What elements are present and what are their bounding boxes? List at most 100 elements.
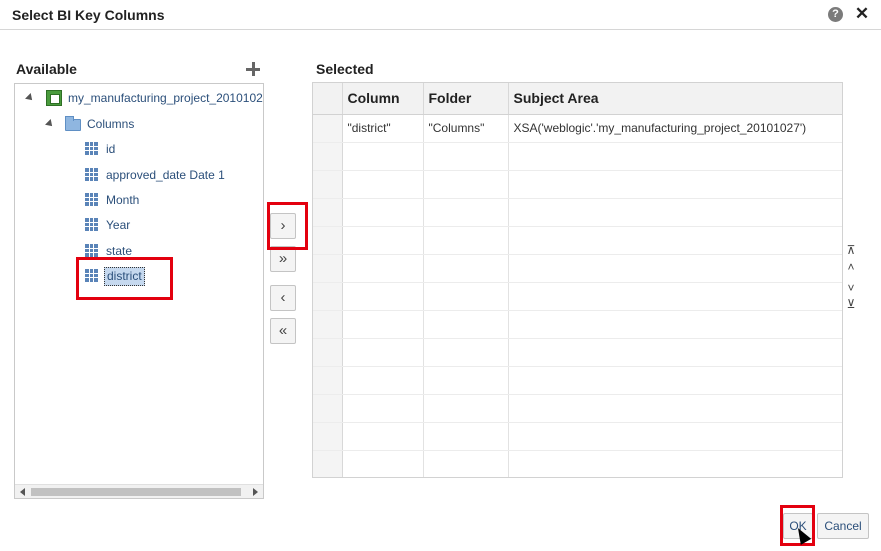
row-header[interactable] xyxy=(313,142,343,171)
empty-cell[interactable] xyxy=(342,338,424,367)
move-up-icon[interactable]: ˄ xyxy=(844,260,858,274)
empty-cell[interactable] xyxy=(342,254,424,283)
plus-icon[interactable] xyxy=(246,62,260,76)
empty-table-row[interactable] xyxy=(313,198,842,227)
remove-button[interactable]: ‹ xyxy=(270,285,296,311)
scroll-right-icon[interactable] xyxy=(253,488,258,496)
empty-cell[interactable] xyxy=(508,338,842,367)
move-to-top-icon[interactable]: ⊼ xyxy=(844,243,858,257)
folder-header[interactable]: Folder xyxy=(423,83,509,115)
tree-column-label[interactable]: Year xyxy=(106,215,130,235)
available-tree[interactable]: my_manufacturing_project_20101027 Column… xyxy=(14,83,264,499)
collapse-icon[interactable] xyxy=(45,119,55,129)
empty-cell[interactable] xyxy=(508,142,842,171)
empty-cell[interactable] xyxy=(342,422,424,451)
move-button[interactable]: › xyxy=(270,213,296,239)
help-icon[interactable]: ? xyxy=(828,7,843,22)
tree-root-row[interactable]: my_manufacturing_project_20101027 xyxy=(23,88,263,108)
empty-table-row[interactable] xyxy=(313,366,842,395)
close-icon[interactable]: ✕ xyxy=(853,4,871,24)
tree-column-label[interactable]: id xyxy=(106,139,115,159)
empty-cell[interactable] xyxy=(508,282,842,311)
tree-column-label[interactable]: Month xyxy=(106,190,139,210)
row-header[interactable] xyxy=(313,226,343,255)
row-header[interactable] xyxy=(313,450,343,477)
empty-cell[interactable] xyxy=(423,422,509,451)
tree-column-label[interactable]: approved_date Date 1 xyxy=(106,165,225,185)
empty-table-row[interactable] xyxy=(313,394,842,423)
empty-cell[interactable] xyxy=(342,142,424,171)
scroll-thumb[interactable] xyxy=(31,488,241,496)
empty-cell[interactable] xyxy=(508,310,842,339)
tree-column-row[interactable]: Month xyxy=(85,190,255,210)
empty-cell[interactable] xyxy=(342,170,424,199)
subject-area-header[interactable]: Subject Area xyxy=(508,83,842,115)
row-header[interactable] xyxy=(313,198,343,227)
selected-table[interactable]: Column Folder Subject Area "district" "C… xyxy=(312,82,843,478)
empty-table-row[interactable] xyxy=(313,226,842,255)
remove-all-button[interactable]: « xyxy=(270,318,296,344)
empty-cell[interactable] xyxy=(508,170,842,199)
empty-cell[interactable] xyxy=(508,394,842,423)
scroll-left-icon[interactable] xyxy=(20,488,25,496)
cell-subject-area[interactable]: XSA('weblogic'.'my_manufacturing_project… xyxy=(508,114,842,143)
column-header[interactable]: Column xyxy=(342,83,424,115)
empty-cell[interactable] xyxy=(423,226,509,255)
empty-cell[interactable] xyxy=(423,254,509,283)
move-all-button[interactable]: » xyxy=(270,246,296,272)
tree-column-row[interactable]: state xyxy=(85,241,255,261)
move-down-icon[interactable]: ˅ xyxy=(844,281,858,295)
row-header[interactable] xyxy=(313,170,343,199)
tree-column-row[interactable]: approved_date Date 1 xyxy=(85,165,255,185)
row-header[interactable] xyxy=(313,394,343,423)
empty-cell[interactable] xyxy=(508,450,842,477)
empty-cell[interactable] xyxy=(423,366,509,395)
empty-cell[interactable] xyxy=(423,450,509,477)
horizontal-scrollbar[interactable] xyxy=(15,484,263,498)
empty-table-row[interactable] xyxy=(313,450,842,477)
empty-cell[interactable] xyxy=(342,394,424,423)
tree-column-label[interactable]: state xyxy=(106,241,132,261)
tree-column-row-selected[interactable]: district xyxy=(85,266,255,286)
empty-table-row[interactable] xyxy=(313,282,842,311)
tree-column-row[interactable]: Year xyxy=(85,215,255,235)
tree-column-row[interactable]: id xyxy=(85,139,255,159)
tree-root-label[interactable]: my_manufacturing_project_20101027 xyxy=(68,88,263,108)
collapse-icon[interactable] xyxy=(25,93,35,103)
row-header[interactable] xyxy=(313,338,343,367)
empty-cell[interactable] xyxy=(508,226,842,255)
row-header[interactable] xyxy=(313,114,343,143)
cell-folder[interactable]: "Columns" xyxy=(423,114,509,143)
empty-cell[interactable] xyxy=(423,142,509,171)
empty-cell[interactable] xyxy=(342,198,424,227)
row-header[interactable] xyxy=(313,422,343,451)
tree-folder-label[interactable]: Columns xyxy=(87,114,134,134)
row-header[interactable] xyxy=(313,254,343,283)
empty-table-row[interactable] xyxy=(313,338,842,367)
empty-cell[interactable] xyxy=(342,226,424,255)
row-header[interactable] xyxy=(313,282,343,311)
table-row[interactable]: "district" "Columns" XSA('weblogic'.'my_… xyxy=(313,114,842,143)
cancel-button[interactable]: Cancel xyxy=(817,513,869,539)
empty-cell[interactable] xyxy=(342,366,424,395)
empty-cell[interactable] xyxy=(423,394,509,423)
empty-cell[interactable] xyxy=(342,310,424,339)
empty-table-row[interactable] xyxy=(313,422,842,451)
empty-cell[interactable] xyxy=(508,254,842,283)
empty-cell[interactable] xyxy=(423,170,509,199)
empty-table-row[interactable] xyxy=(313,142,842,171)
empty-table-row[interactable] xyxy=(313,310,842,339)
move-to-bottom-icon[interactable]: ⊻ xyxy=(844,297,858,311)
empty-cell[interactable] xyxy=(342,282,424,311)
empty-cell[interactable] xyxy=(423,282,509,311)
empty-cell[interactable] xyxy=(508,198,842,227)
row-header[interactable] xyxy=(313,366,343,395)
empty-table-row[interactable] xyxy=(313,170,842,199)
empty-cell[interactable] xyxy=(423,310,509,339)
tree-folder-row[interactable]: Columns xyxy=(43,114,243,134)
tree-column-label-selected[interactable]: district xyxy=(104,267,145,286)
empty-cell[interactable] xyxy=(508,366,842,395)
cell-column[interactable]: "district" xyxy=(342,114,424,143)
empty-cell[interactable] xyxy=(342,450,424,477)
empty-cell[interactable] xyxy=(508,422,842,451)
